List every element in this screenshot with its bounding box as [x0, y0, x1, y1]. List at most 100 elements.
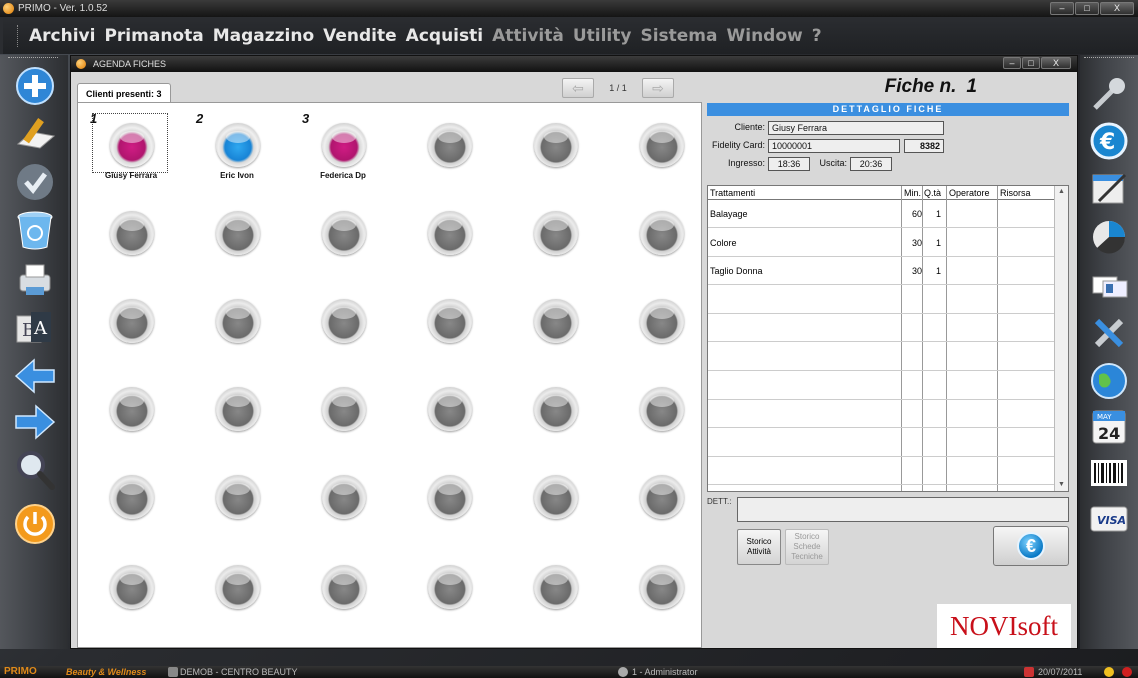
power-icon[interactable] — [14, 503, 56, 545]
maximize-button[interactable]: □ — [1075, 2, 1099, 15]
client-slot[interactable] — [404, 377, 494, 457]
client-slot[interactable] — [192, 377, 282, 457]
client-status-ball-icon[interactable] — [110, 565, 154, 609]
client-slot[interactable] — [298, 201, 388, 281]
client-status-ball-icon[interactable] — [428, 475, 472, 519]
client-slot[interactable] — [192, 465, 282, 545]
client-status-ball-icon[interactable] — [322, 475, 366, 519]
client-status-ball-icon[interactable] — [534, 475, 578, 519]
scroll-down-icon[interactable]: ▼ — [1055, 479, 1068, 491]
client-slot[interactable] — [192, 201, 282, 281]
client-status-ball-icon[interactable] — [534, 565, 578, 609]
client-status-ball-icon[interactable] — [216, 565, 260, 609]
client-status-ball-icon[interactable] — [322, 211, 366, 255]
confirm-icon[interactable] — [14, 161, 56, 203]
client-status-ball-icon[interactable] — [216, 387, 260, 431]
client-status-ball-icon[interactable] — [640, 123, 684, 167]
client-slot[interactable]: 3 Federica Dp — [298, 111, 388, 193]
client-slot[interactable] — [510, 289, 600, 369]
scroll-up-icon[interactable]: ▲ — [1055, 186, 1068, 198]
minimize-button[interactable]: – — [1050, 2, 1074, 15]
client-status-ball-icon[interactable] — [640, 299, 684, 343]
id-cards-icon[interactable] — [1087, 265, 1131, 305]
client-slot[interactable] — [404, 113, 494, 193]
client-status-ball-icon[interactable] — [216, 475, 260, 519]
client-slot[interactable] — [404, 289, 494, 369]
client-status-ball-icon[interactable] — [322, 123, 366, 167]
client-status-ball-icon[interactable] — [640, 475, 684, 519]
client-status-ball-icon[interactable] — [322, 299, 366, 343]
client-status-ball-icon[interactable] — [110, 387, 154, 431]
menu-window[interactable]: Window — [726, 26, 802, 46]
arrow-right-icon[interactable] — [14, 401, 56, 443]
client-status-ball-icon[interactable] — [640, 387, 684, 431]
client-status-ball-icon[interactable] — [216, 211, 260, 255]
add-icon[interactable] — [14, 65, 56, 107]
menu-utility[interactable]: Utility — [573, 26, 632, 46]
translate-icon[interactable]: BA — [14, 307, 56, 349]
client-status-ball-icon[interactable] — [322, 387, 366, 431]
table-row[interactable] — [708, 372, 1055, 400]
client-slot[interactable] — [616, 555, 706, 635]
client-status-ball-icon[interactable] — [534, 211, 578, 255]
client-status-ball-icon[interactable] — [640, 211, 684, 255]
client-slot[interactable]: 1 Giusy Ferrara — [86, 111, 176, 193]
globe-icon[interactable] — [1087, 361, 1131, 401]
euro-icon[interactable]: € — [1087, 121, 1131, 161]
tools-icon[interactable] — [1087, 313, 1131, 353]
fidelity-field[interactable]: 10000001 — [768, 139, 900, 153]
menu-attivita[interactable]: Attività — [492, 26, 564, 46]
client-slot[interactable] — [86, 555, 176, 635]
client-slot[interactable] — [298, 377, 388, 457]
client-status-ball-icon[interactable] — [110, 123, 154, 167]
client-status-ball-icon[interactable] — [534, 123, 578, 167]
printer-icon[interactable] — [14, 259, 56, 301]
client-slot[interactable] — [86, 377, 176, 457]
menu-primanota[interactable]: Primanota — [104, 26, 203, 46]
uscita-field[interactable]: 20:36 — [850, 157, 892, 171]
edit-icon[interactable] — [14, 113, 56, 155]
pay-button[interactable]: € — [993, 526, 1069, 566]
client-status-ball-icon[interactable] — [428, 565, 472, 609]
prev-page-button[interactable]: ⇦ — [562, 78, 594, 98]
client-slot[interactable] — [616, 289, 706, 369]
recycle-bin-icon[interactable] — [14, 209, 56, 251]
client-slot[interactable] — [510, 465, 600, 545]
client-slot[interactable] — [298, 465, 388, 545]
client-slot[interactable] — [616, 465, 706, 545]
calendar-icon[interactable]: MAY 24 — [1087, 407, 1131, 447]
tab-clienti-presenti[interactable]: Clienti presenti: 3 — [77, 83, 171, 103]
next-page-button[interactable]: ⇨ — [642, 78, 674, 98]
table-row[interactable] — [708, 457, 1055, 486]
table-row[interactable]: Taglio Donna 30 1 — [708, 257, 1055, 286]
table-row[interactable] — [708, 286, 1055, 314]
client-status-ball-icon[interactable] — [534, 387, 578, 431]
barcode-icon[interactable] — [1087, 453, 1131, 493]
menu-archivi[interactable]: Archivi — [29, 26, 95, 46]
menu-help[interactable]: ? — [812, 26, 822, 46]
table-row[interactable] — [708, 400, 1055, 429]
table-row[interactable] — [708, 343, 1055, 371]
client-status-ball-icon[interactable] — [428, 211, 472, 255]
client-slot[interactable] — [616, 201, 706, 281]
client-slot[interactable] — [404, 465, 494, 545]
pie-chart-icon[interactable] — [1087, 217, 1131, 257]
agenda-minimize-button[interactable]: – — [1003, 57, 1021, 69]
client-slot[interactable] — [510, 555, 600, 635]
client-slot[interactable] — [404, 555, 494, 635]
client-slot[interactable]: 2 Eric Ivon — [192, 111, 282, 193]
storico-attivita-button[interactable]: Storico Attività — [737, 529, 781, 565]
dett-input[interactable] — [737, 497, 1069, 522]
menu-magazzino[interactable]: Magazzino — [213, 26, 314, 46]
storico-schede-button[interactable]: Storico Schede Tecniche — [785, 529, 829, 565]
key-icon[interactable] — [1087, 75, 1131, 115]
cliente-field[interactable]: Giusy Ferrara — [768, 121, 944, 135]
agenda-close-button[interactable]: X — [1041, 57, 1071, 69]
notepad-icon[interactable] — [1087, 169, 1131, 209]
menu-vendite[interactable]: Vendite — [323, 26, 397, 46]
client-slot[interactable] — [404, 201, 494, 281]
menu-sistema[interactable]: Sistema — [640, 26, 717, 46]
client-slot[interactable] — [86, 201, 176, 281]
visa-card-icon[interactable]: VISA — [1087, 499, 1131, 539]
client-status-ball-icon[interactable] — [110, 211, 154, 255]
